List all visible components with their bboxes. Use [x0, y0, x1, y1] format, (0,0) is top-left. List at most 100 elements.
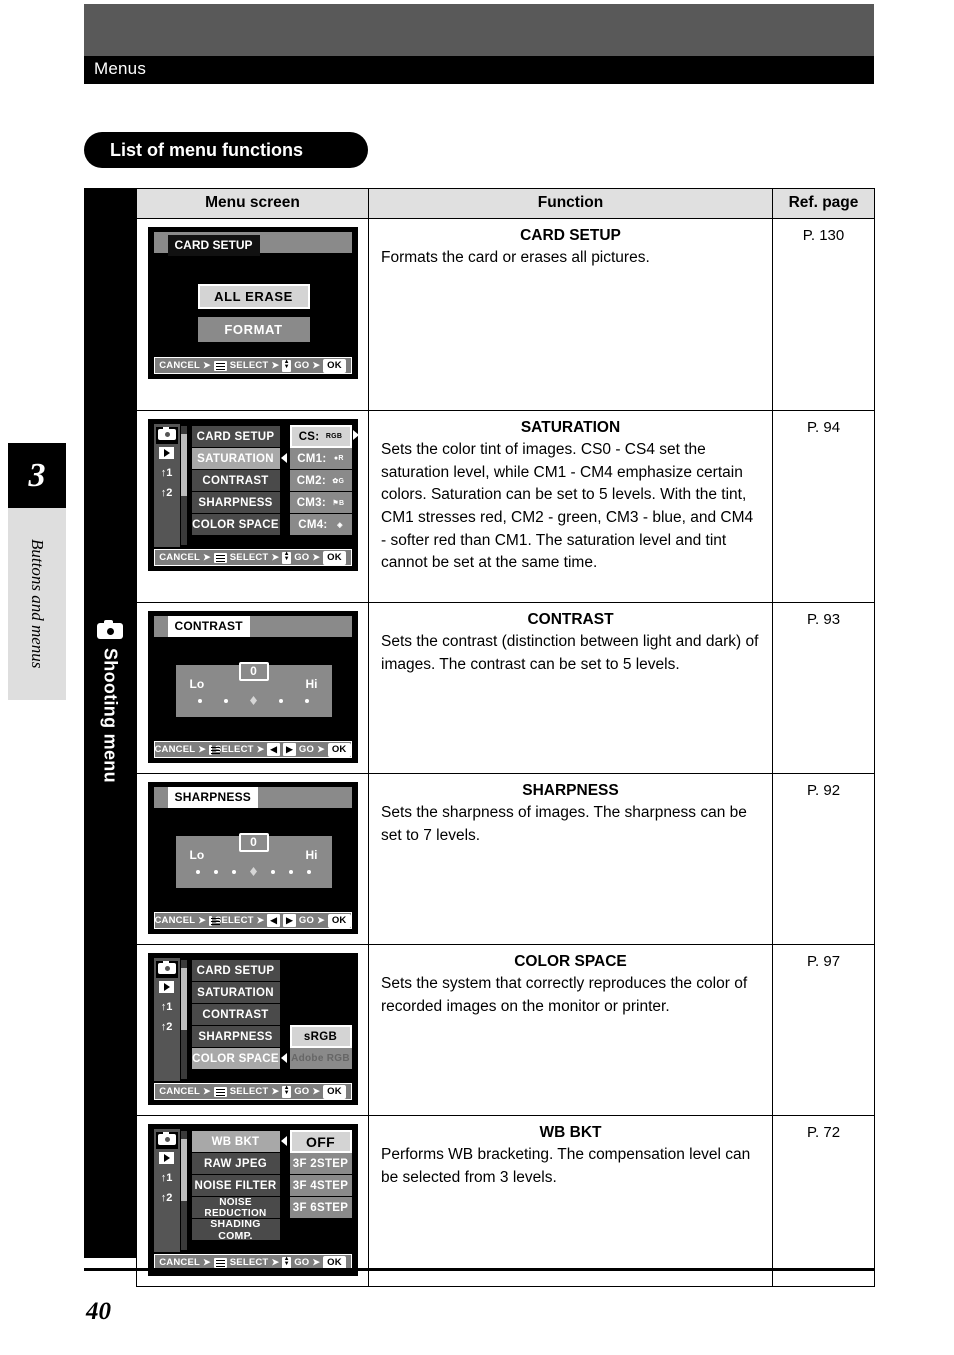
wrench1-tab-icon[interactable]: ↑1 [156, 1172, 178, 1189]
camera-tab-icon[interactable] [155, 961, 178, 978]
right-key-icon: ▶ [283, 743, 296, 756]
menu-item-noise-filter[interactable]: NOISE FILTER [191, 1175, 280, 1196]
guide-select: SELECT [229, 552, 269, 563]
menu-icon [213, 552, 227, 563]
lcd-tab-column: ↑1 ↑2 [153, 424, 180, 547]
arrow-right-icon: ➤ [271, 552, 280, 562]
wrench1-tab-icon[interactable]: ↑1 [156, 467, 178, 484]
option-cm2[interactable]: CM2: ✿G [289, 470, 352, 491]
menu-item-contrast[interactable]: CONTRAST [191, 1004, 280, 1025]
function-body: Formats the card or erases all pictures. [381, 249, 650, 266]
ref-page-cell: P. 130 [772, 218, 875, 411]
option-cm3[interactable]: CM3: ⚑B [289, 492, 352, 513]
soft-red-icon: ◈ [337, 521, 343, 529]
ref-page-cell: P. 92 [772, 773, 875, 945]
chapter-label: Buttons and menus [8, 508, 66, 700]
menu-item-shading-comp[interactable]: SHADING COMP. [191, 1218, 280, 1242]
function-title: COLOR SPACE [514, 953, 627, 970]
arrow-right-icon: ➤ [198, 744, 207, 754]
option-3f-4step[interactable]: 3F 4STEP [289, 1175, 352, 1196]
lcd-scrollbar[interactable] [180, 960, 187, 1079]
function-cell: CONTRAST Sets the contrast (distinction … [368, 602, 773, 774]
function-title: CONTRAST [527, 611, 614, 628]
arrow-right-icon: ➤ [203, 1086, 211, 1096]
lcd-wb-bkt: ↑1 ↑2 WB BKT RAW JPEG NOISE FILTER NOISE… [147, 1124, 358, 1276]
option-cm4[interactable]: CM4: ◈ [289, 514, 352, 535]
right-key-icon: ▶ [283, 914, 296, 927]
function-title: WB BKT [539, 1124, 602, 1141]
menu-item-card-setup[interactable]: CARD SETUP [191, 426, 280, 447]
ok-key-icon: OK [323, 550, 346, 565]
slider-lo-label: Lo [189, 848, 205, 862]
ref-page-cell: P. 97 [772, 944, 875, 1116]
guide-cancel: CANCEL [154, 744, 196, 755]
slider-marker-icon [250, 696, 257, 705]
wrench2-tab-icon[interactable]: ↑2 [156, 487, 178, 504]
playback-tab-icon[interactable] [156, 447, 178, 464]
option-3f-6step[interactable]: 3F 6STEP [289, 1197, 352, 1218]
wrench1-tab-icon[interactable]: ↑1 [156, 1001, 178, 1018]
running-header-bar: Menus [84, 56, 874, 84]
arrow-right-icon: ➤ [317, 744, 325, 754]
menu-screen-cell: ↑1 ↑2 CARD SETUP SATURATION CONTRAST SHA… [136, 944, 369, 1116]
function-body: Sets the contrast (distinction between l… [381, 633, 759, 673]
menu-item-color-space[interactable]: COLOR SPACE [191, 1048, 280, 1069]
updown-pad-icon: ▲ ▼ [282, 358, 292, 372]
menu-item-raw-jpeg[interactable]: RAW JPEG [191, 1153, 280, 1174]
menu-item-wb-bkt[interactable]: WB BKT [191, 1131, 280, 1152]
arrow-right-icon: ➤ [312, 360, 321, 370]
sharpness-slider[interactable]: Lo Hi 0 [175, 833, 332, 888]
contrast-slider[interactable]: Lo Hi 0 [175, 662, 332, 717]
option-cm1[interactable]: CM1: ●R [289, 448, 352, 469]
menu-item-color-space[interactable]: COLOR SPACE [191, 514, 280, 535]
playback-tab-icon[interactable] [156, 981, 178, 998]
option-3f-2step[interactable]: 3F 2STEP [289, 1153, 352, 1174]
function-cell: SHARPNESS Sets the sharpness of images. … [368, 773, 773, 945]
option-cs[interactable]: CS: RGB [289, 425, 352, 448]
menu-icon [213, 360, 227, 371]
playback-tab-icon[interactable] [156, 1152, 178, 1169]
guide-select: SELECT [229, 360, 269, 371]
menu-item-contrast[interactable]: CONTRAST [191, 470, 280, 491]
menu-icon [213, 1086, 227, 1097]
guide-go: GO [294, 360, 310, 371]
menu-item-saturation[interactable]: SATURATION [191, 982, 280, 1003]
ref-page-cell: P. 72 [772, 1115, 875, 1287]
menu-item-card-setup[interactable]: CARD SETUP [191, 960, 280, 981]
left-key-icon: ◀ [267, 743, 281, 756]
option-off[interactable]: OFF [289, 1130, 352, 1153]
menu-item-noise-reduction[interactable]: NOISE REDUCTION [191, 1197, 280, 1219]
lcd-scrollbar[interactable] [180, 426, 187, 545]
arrow-right-icon: ➤ [198, 915, 207, 925]
wrench2-tab-icon[interactable]: ↑2 [156, 1192, 178, 1209]
camera-icon [97, 620, 123, 639]
menu-icon [209, 744, 220, 755]
menu-item-sharpness[interactable]: SHARPNESS [191, 492, 280, 513]
shooting-menu-band: Shooting menu [84, 188, 136, 1258]
menu-screen-cell: CONTRAST Lo Hi 0 CANCEL ➤ SELECT ➤ ◀ ▶ G… [136, 602, 369, 774]
camera-tab-icon[interactable] [155, 1132, 178, 1149]
menu-item-saturation[interactable]: SATURATION [191, 448, 280, 469]
function-body: Sets the system that correctly reproduce… [381, 975, 748, 1015]
lcd-button-all-erase[interactable]: ALL ERASE [197, 284, 310, 309]
table-row: CARD SETUP ALL ERASE FORMAT CANCEL ➤ SEL… [136, 218, 875, 411]
menu-item-sharpness[interactable]: SHARPNESS [191, 1026, 280, 1047]
lcd-scrollbar[interactable] [180, 1131, 187, 1250]
arrow-right-icon: ➤ [203, 360, 211, 370]
guide-select: SELECT [214, 744, 254, 755]
caret-left-icon [280, 1053, 287, 1063]
option-adobe-rgb[interactable]: Adobe RGB [289, 1048, 352, 1069]
guide-go: GO [294, 1257, 310, 1268]
option-srgb[interactable]: sRGB [289, 1025, 352, 1048]
option-cm3-label: CM3: [296, 496, 326, 509]
option-cm1-label: CM1: [297, 452, 327, 465]
lcd-tab-column: ↑1 ↑2 [153, 958, 180, 1081]
guide-go: GO [294, 1086, 310, 1097]
wrench2-tab-icon[interactable]: ↑2 [156, 1021, 178, 1038]
guide-go: GO [298, 744, 315, 755]
lcd-button-format[interactable]: FORMAT [197, 317, 310, 342]
page-number: 40 [86, 1298, 111, 1325]
function-title: CARD SETUP [520, 227, 621, 244]
caret-left-icon [280, 453, 287, 463]
camera-tab-icon[interactable] [155, 427, 178, 444]
